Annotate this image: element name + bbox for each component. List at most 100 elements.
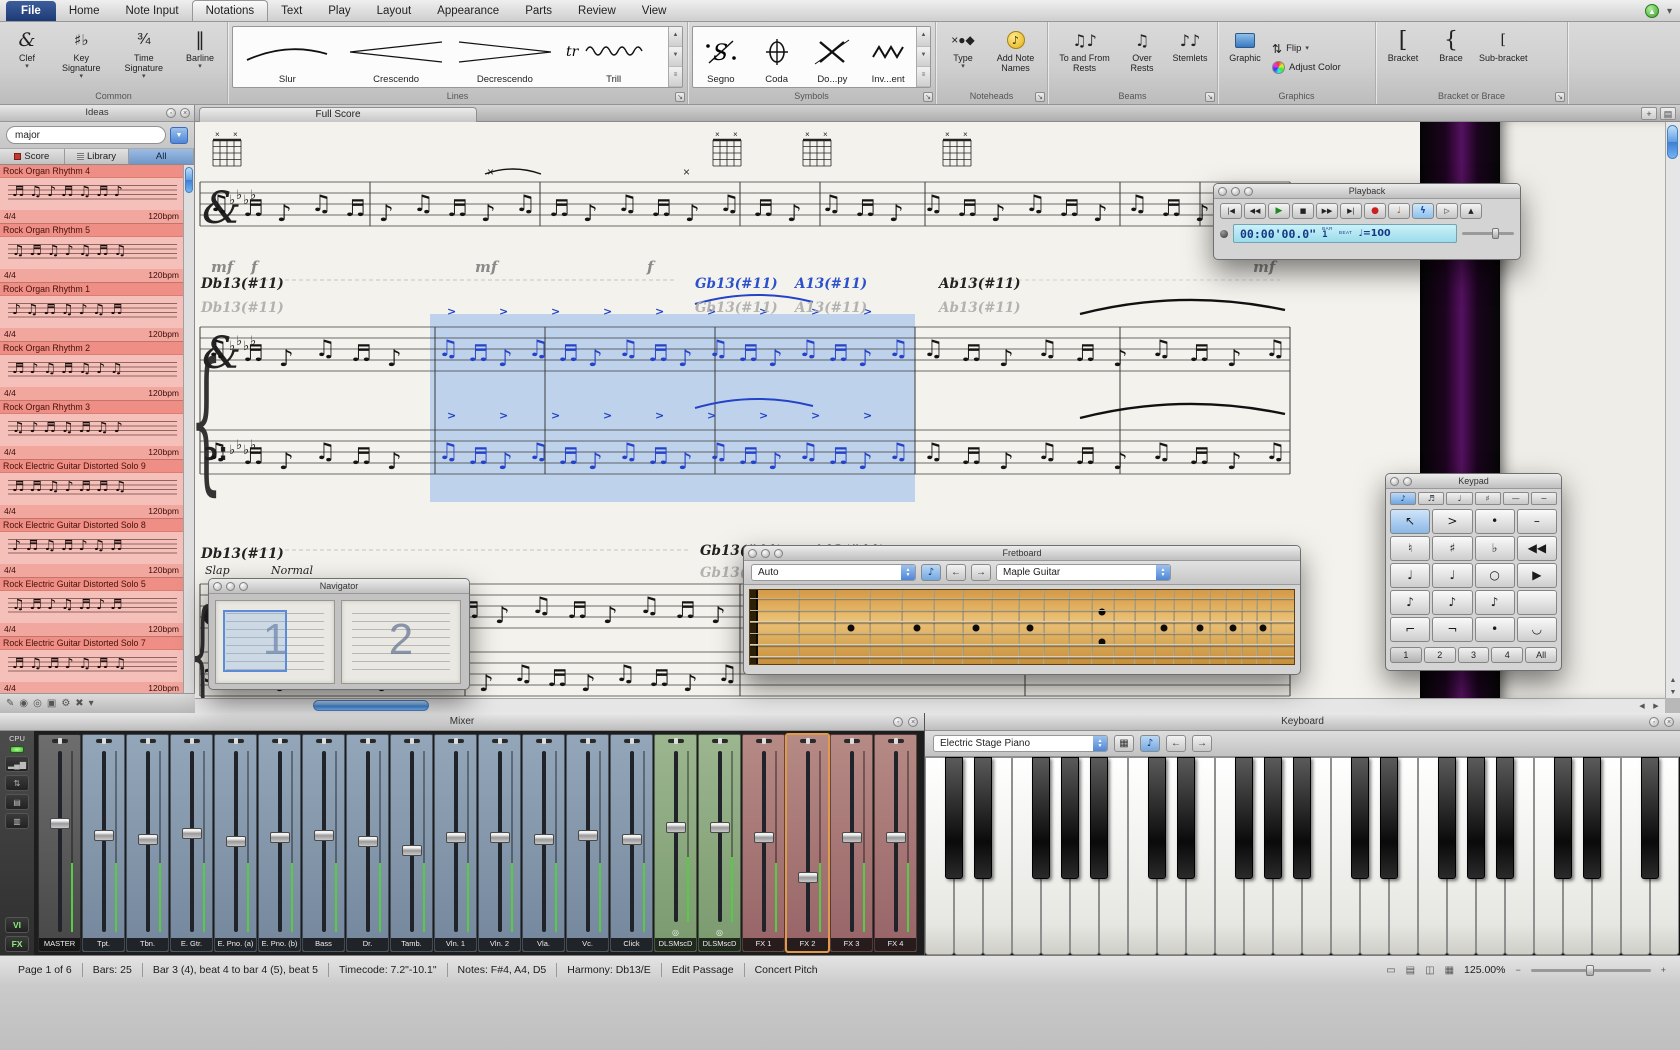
note-glyph[interactable]: ♬ bbox=[549, 196, 570, 222]
note-glyph[interactable]: ♬ bbox=[243, 444, 264, 470]
note-glyph[interactable]: ♬ bbox=[558, 444, 579, 470]
note-glyph[interactable]: ♫ bbox=[618, 439, 639, 465]
dynamic-marking[interactable]: mf bbox=[211, 258, 236, 276]
fader-handle[interactable] bbox=[138, 834, 158, 845]
fretboard-display[interactable] bbox=[749, 589, 1295, 665]
note-glyph[interactable]: ♫ bbox=[1037, 439, 1058, 465]
note-glyph[interactable]: ♪ bbox=[787, 201, 802, 227]
gallery-scroll-buttons[interactable]: ▲▼≡ bbox=[916, 27, 930, 87]
keypad-key[interactable]: ♪ bbox=[1390, 590, 1430, 615]
keypad-key[interactable]: ♪ bbox=[1475, 590, 1515, 615]
fader-handle[interactable] bbox=[446, 832, 466, 843]
piano-black-key[interactable] bbox=[1264, 757, 1282, 879]
new-tab-button[interactable]: + bbox=[1641, 107, 1657, 120]
piano-black-key[interactable] bbox=[1496, 757, 1514, 879]
pin-panel-icon[interactable]: ▾ bbox=[89, 695, 94, 713]
note-glyph[interactable]: ♬ bbox=[243, 196, 264, 222]
lines-dialog-launcher[interactable]: ↘ bbox=[675, 92, 685, 102]
search-dropdown-button[interactable]: ▼ bbox=[170, 127, 188, 144]
note-glyph[interactable]: ♪ bbox=[603, 603, 618, 629]
keypad-key[interactable]: ↖ bbox=[1390, 509, 1430, 534]
piano-black-key[interactable] bbox=[1351, 757, 1369, 879]
previous-chord-button[interactable]: ← bbox=[946, 564, 966, 581]
dynamic-marking[interactable]: mf bbox=[475, 258, 500, 276]
brace-button[interactable]: { Brace bbox=[1428, 25, 1474, 90]
idea-detail-icon[interactable]: ◎ bbox=[33, 695, 42, 713]
bracket-dialog-launcher[interactable]: ↘ bbox=[1555, 92, 1565, 102]
play-button[interactable]: ▶ bbox=[1268, 203, 1290, 219]
beams-dialog-launcher[interactable]: ↘ bbox=[1205, 92, 1215, 102]
mixer-channel-e-gtr-[interactable]: E. Gtr. bbox=[170, 734, 213, 952]
mixer-channel-fx-4[interactable]: FX 4 bbox=[874, 734, 917, 952]
note-glyph[interactable]: ♬ bbox=[753, 196, 774, 222]
mixer-channel-vln-2[interactable]: Vln. 2 bbox=[478, 734, 521, 952]
keypad-layout-more-notes[interactable]: ♬ bbox=[1418, 492, 1444, 505]
note-glyph[interactable]: ♬ bbox=[1189, 444, 1210, 470]
idea-item[interactable]: Rock Electric Guitar Distorted Solo 9♬♬♫… bbox=[0, 460, 183, 519]
note-glyph[interactable]: ♪ bbox=[583, 201, 598, 227]
note-glyph[interactable]: ♬ bbox=[351, 341, 372, 367]
note-glyph[interactable]: ♪ bbox=[768, 449, 783, 475]
scroll-down-icon[interactable]: ▼ bbox=[1666, 689, 1680, 696]
keypad-layout-jazz-articulations[interactable]: — bbox=[1503, 492, 1529, 505]
navigator-title-bar[interactable]: Navigator bbox=[209, 579, 469, 594]
plugin-badge-icon[interactable]: ◎ bbox=[699, 928, 740, 938]
note-glyph[interactable]: ♪ bbox=[858, 346, 873, 372]
fader-handle[interactable] bbox=[842, 832, 862, 843]
gallery-item-crescendo[interactable]: Crescendo bbox=[342, 27, 451, 87]
note-glyph[interactable]: ♫ bbox=[528, 439, 549, 465]
note-glyph[interactable]: ♪ bbox=[277, 201, 292, 227]
gallery-scroll-buttons[interactable]: ▲▼≡ bbox=[668, 27, 682, 87]
pan-slider[interactable] bbox=[272, 739, 288, 743]
note-glyph[interactable]: ♪ bbox=[678, 346, 693, 372]
mixer-channel-tpt-[interactable]: Tpt. bbox=[82, 734, 125, 952]
note-glyph[interactable]: ♫ bbox=[207, 439, 228, 465]
note-glyph[interactable]: ♫ bbox=[888, 336, 909, 362]
flip-button[interactable]: ⇅ Flip ▾ bbox=[1272, 42, 1341, 56]
keypad-layout-common-notes[interactable]: ♪ bbox=[1390, 492, 1416, 505]
note-glyph[interactable]: ♪ bbox=[685, 201, 700, 227]
note-glyph[interactable]: ♫ bbox=[1025, 191, 1046, 217]
menu-tab-review[interactable]: Review bbox=[565, 1, 629, 21]
resize-strips-button[interactable]: ⇅ bbox=[5, 775, 29, 791]
note-glyph[interactable]: ♬ bbox=[345, 196, 366, 222]
keypad-layout-articulations[interactable]: ♯ bbox=[1475, 492, 1501, 505]
pan-slider[interactable] bbox=[228, 739, 244, 743]
note-glyph[interactable]: ♪ bbox=[279, 346, 294, 372]
keypad-key[interactable]: ♭ bbox=[1475, 536, 1515, 561]
flexi-time-button[interactable]: ϟ bbox=[1412, 203, 1434, 219]
octave-down-button[interactable]: ← bbox=[1166, 735, 1186, 752]
scroll-up-icon[interactable]: ▲ bbox=[1666, 677, 1680, 684]
pan-slider[interactable] bbox=[96, 739, 112, 743]
ideas-scroll-thumb[interactable] bbox=[185, 167, 193, 193]
single-page-view-icon[interactable]: ▦ bbox=[1445, 965, 1454, 976]
playback-volume-slider[interactable] bbox=[1462, 232, 1514, 235]
close-panel-button[interactable]: × bbox=[180, 108, 190, 118]
pan-slider[interactable] bbox=[404, 739, 420, 743]
note-glyph[interactable]: ♪ bbox=[495, 603, 510, 629]
mixer-channel-dlsmscd[interactable]: ◎DLSMscD bbox=[654, 734, 697, 952]
note-glyph[interactable]: ♪ bbox=[1093, 201, 1108, 227]
idea-item[interactable]: Rock Electric Guitar Distorted Solo 5♫♬♪… bbox=[0, 578, 183, 637]
note-glyph[interactable]: ♫ bbox=[1151, 439, 1172, 465]
tab-list-button[interactable]: ▤ bbox=[1660, 107, 1676, 120]
clef-button[interactable]: & Clef ▾ bbox=[4, 25, 50, 90]
window-zoom-button[interactable] bbox=[774, 549, 783, 558]
piano-black-key[interactable] bbox=[1583, 757, 1601, 879]
keypad-layout-beams[interactable]: ♩ bbox=[1446, 492, 1472, 505]
piano-black-key[interactable] bbox=[1148, 757, 1166, 879]
piano-black-key[interactable] bbox=[1090, 757, 1108, 879]
fader-handle[interactable] bbox=[490, 832, 510, 843]
window-minimize-button[interactable] bbox=[1403, 477, 1412, 486]
note-glyph[interactable]: ♪ bbox=[1113, 449, 1128, 475]
fader-handle[interactable] bbox=[94, 830, 114, 841]
ideas-scrollbar[interactable] bbox=[183, 165, 194, 693]
dynamic-marking[interactable]: mf bbox=[1253, 258, 1278, 276]
ideas-tab-all[interactable]: All bbox=[129, 149, 194, 164]
fader-handle[interactable] bbox=[622, 834, 642, 845]
keypad-voice-3[interactable]: 3 bbox=[1458, 647, 1490, 663]
piano-keyboard[interactable] bbox=[925, 757, 1680, 955]
keypad-key[interactable]: > bbox=[1432, 509, 1472, 534]
note-glyph[interactable]: ♫ bbox=[515, 191, 536, 217]
window-close-button[interactable] bbox=[1218, 187, 1227, 196]
